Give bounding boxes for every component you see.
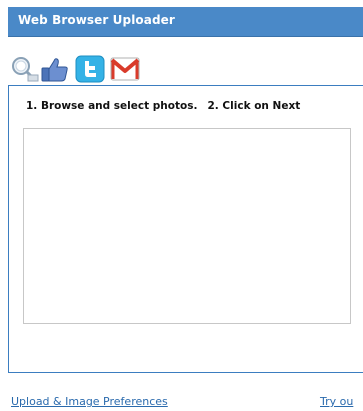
window-title: Web Browser Uploader	[18, 13, 175, 27]
magnifier-icon[interactable]	[10, 55, 40, 83]
try-out-link[interactable]: Try ou	[320, 395, 353, 408]
upload-preferences-link[interactable]: Upload & Image Preferences	[11, 395, 168, 408]
title-bar: Web Browser Uploader	[8, 7, 363, 37]
thumbs-up-icon[interactable]	[40, 55, 70, 83]
photo-selection-area[interactable]	[23, 128, 351, 324]
step-2-text: 2. Click on Next	[207, 100, 301, 112]
source-icons-row	[10, 55, 150, 85]
gmail-icon[interactable]	[110, 55, 140, 83]
uploader-window: Web Browser Uploader 1. Browse and selec…	[0, 0, 363, 411]
upload-panel: 1. Browse and select photos. 2. Click on …	[8, 85, 363, 373]
twitter-icon[interactable]	[75, 55, 105, 83]
instructions: 1. Browse and select photos. 2. Click on …	[26, 100, 300, 112]
step-1-text: 1. Browse and select photos.	[26, 100, 198, 112]
